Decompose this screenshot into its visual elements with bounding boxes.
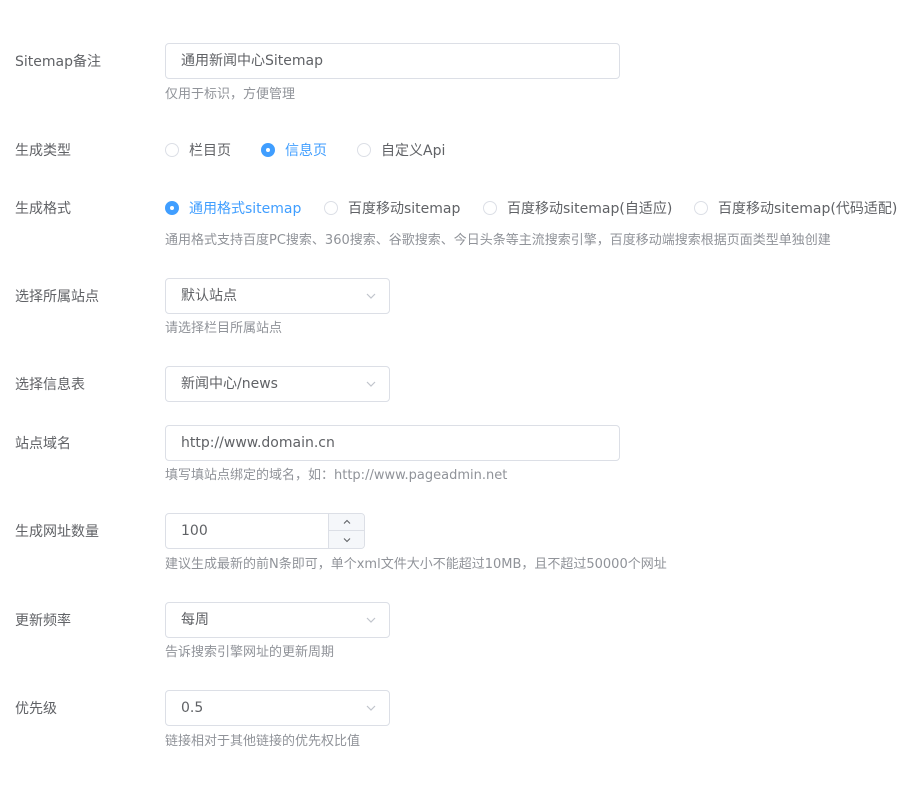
stepper-buttons xyxy=(328,514,364,548)
site-help: 请选择栏目所属站点 xyxy=(165,321,283,336)
radio-circle-icon xyxy=(165,143,179,157)
sitemap-note-label: Sitemap备注 xyxy=(15,54,101,70)
radio-label: 信息页 xyxy=(285,143,327,159)
gen-format-radio-general[interactable]: 通用格式sitemap xyxy=(165,198,301,218)
url-count-label: 生成网址数量 xyxy=(15,524,99,540)
domain-help: 填写填站点绑定的域名，如：http://www.pageadmin.net xyxy=(165,468,508,483)
radio-checked-icon xyxy=(261,143,275,157)
chevron-down-icon xyxy=(343,537,350,542)
priority-label: 优先级 xyxy=(15,701,57,717)
radio-circle-icon xyxy=(483,201,497,215)
site-select-value: 默认站点 xyxy=(181,288,237,304)
url-count-value: 100 xyxy=(181,523,208,539)
url-count-help: 建议生成最新的前N条即可，单个xml文件大小不能超过10MB，且不超过50000… xyxy=(165,557,667,572)
gen-format-radio-baidu-code[interactable]: 百度移动sitemap(代码适配) xyxy=(694,198,897,218)
sitemap-note-value: 通用新闻中心Sitemap xyxy=(181,53,323,69)
gen-type-radio-custom-api[interactable]: 自定义Api xyxy=(357,140,445,160)
radio-circle-icon xyxy=(324,201,338,215)
chevron-down-icon xyxy=(366,381,376,387)
radio-label: 通用格式sitemap xyxy=(189,201,302,217)
domain-label: 站点域名 xyxy=(15,436,71,452)
gen-type-label: 生成类型 xyxy=(15,143,71,159)
url-count-stepper[interactable]: 100 xyxy=(165,513,365,549)
gen-format-label: 生成格式 xyxy=(15,201,71,217)
radio-circle-icon xyxy=(694,201,708,215)
radio-label: 百度移动sitemap(代码适配) xyxy=(718,201,898,217)
chevron-up-icon xyxy=(343,519,350,524)
priority-select[interactable]: 0.5 xyxy=(165,690,390,726)
radio-circle-icon xyxy=(357,143,371,157)
stepper-increase-button[interactable] xyxy=(329,514,364,531)
info-table-label: 选择信息表 xyxy=(15,377,85,393)
sitemap-note-help: 仅用于标识，方便管理 xyxy=(165,87,296,102)
frequency-select[interactable]: 每周 xyxy=(165,602,390,638)
frequency-select-value: 每周 xyxy=(181,612,209,628)
chevron-down-icon xyxy=(366,705,376,711)
stepper-decrease-button[interactable] xyxy=(329,531,364,548)
priority-select-value: 0.5 xyxy=(181,700,204,716)
gen-type-radio-column[interactable]: 栏目页 xyxy=(165,140,231,160)
gen-format-radio-baidu-adaptive[interactable]: 百度移动sitemap(自适应) xyxy=(483,198,672,218)
priority-help: 链接相对于其他链接的优先权比值 xyxy=(165,734,361,749)
gen-format-help: 通用格式支持百度PC搜索、360搜索、谷歌搜索、今日头条等主流搜索引擎，百度移动… xyxy=(165,233,831,248)
sitemap-note-input[interactable]: 通用新闻中心Sitemap xyxy=(165,43,620,79)
radio-label: 百度移动sitemap(自适应) xyxy=(507,201,673,217)
frequency-help: 告诉搜索引擎网址的更新周期 xyxy=(165,645,335,660)
info-table-select-value: 新闻中心/news xyxy=(181,376,278,392)
domain-input[interactable]: http://www.domain.cn xyxy=(165,425,620,461)
radio-label: 百度移动sitemap xyxy=(348,201,461,217)
radio-checked-icon xyxy=(165,201,179,215)
gen-type-radio-info[interactable]: 信息页 xyxy=(261,140,327,160)
domain-value: http://www.domain.cn xyxy=(181,435,335,451)
info-table-select[interactable]: 新闻中心/news xyxy=(165,366,390,402)
radio-label: 自定义Api xyxy=(381,143,446,159)
site-label: 选择所属站点 xyxy=(15,289,99,305)
frequency-label: 更新频率 xyxy=(15,613,71,629)
radio-label: 栏目页 xyxy=(189,143,231,159)
gen-format-radio-baidu-mobile[interactable]: 百度移动sitemap xyxy=(324,198,460,218)
site-select[interactable]: 默认站点 xyxy=(165,278,390,314)
chevron-down-icon xyxy=(366,293,376,299)
chevron-down-icon xyxy=(366,617,376,623)
